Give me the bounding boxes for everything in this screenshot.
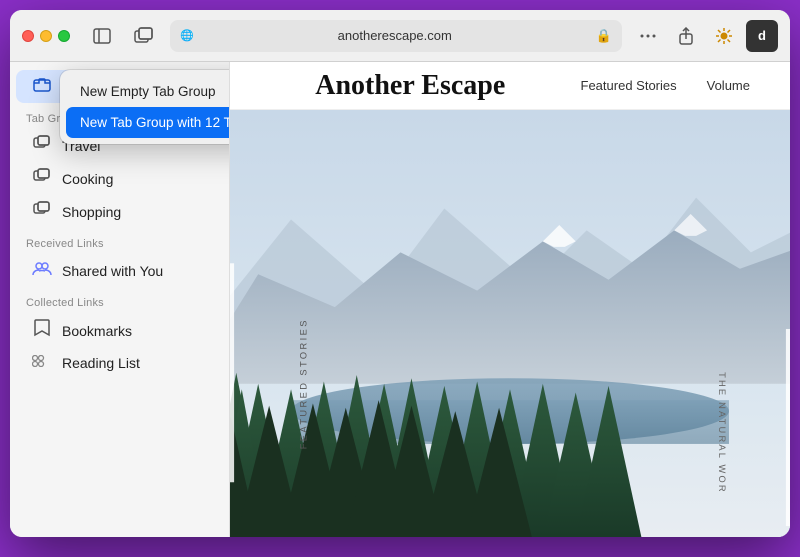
hero-section: FEATURED STORIES THE NATURAL WOR: [230, 110, 790, 537]
nav-item-volume[interactable]: Volume: [707, 78, 750, 93]
address-bar[interactable]: 🌐 anotherescape.com 🔒: [170, 20, 622, 52]
new-empty-tab-group-option[interactable]: New Empty Tab Group: [66, 76, 230, 107]
share-button[interactable]: [670, 20, 702, 52]
main-content: 12 Tabs Tab Groups Travel: [10, 62, 790, 537]
sidebar-toggle-button[interactable]: [86, 20, 118, 52]
sidebar-item-shopping[interactable]: Shopping: [16, 195, 223, 228]
sidebar-icon: [93, 28, 111, 44]
highlights-button[interactable]: [708, 20, 740, 52]
tab-group-dropdown: New Empty Tab Group New Tab Group with 1…: [60, 70, 230, 144]
sidebar-item-shared[interactable]: Shared with You: [16, 254, 223, 287]
bookmarks-label: Bookmarks: [62, 323, 132, 339]
ellipsis-icon: [640, 34, 656, 38]
web-nav: Another Escape Featured Stories Volume: [230, 62, 790, 110]
shopping-label: Shopping: [62, 204, 121, 220]
svg-text:THE NATURAL WOR: THE NATURAL WOR: [717, 372, 727, 494]
tabs-icon: [32, 76, 52, 97]
sidebar-item-bookmarks[interactable]: Bookmarks: [16, 313, 223, 348]
toolbar: 🌐 anotherescape.com 🔒: [10, 10, 790, 62]
nav-item-featured[interactable]: Featured Stories: [581, 78, 677, 93]
svg-text:FEATURED STORIES: FEATURED STORIES: [298, 318, 308, 449]
cooking-icon: [32, 168, 52, 189]
toolbar-right: d: [632, 20, 778, 52]
sidebar: 12 Tabs Tab Groups Travel: [10, 62, 230, 537]
traffic-lights: [22, 30, 70, 42]
reading-list-icon: [32, 354, 52, 372]
profile-button[interactable]: d: [746, 20, 778, 52]
sparkle-icon: [715, 27, 733, 45]
tab-group-button[interactable]: [128, 20, 160, 52]
new-tab-group-with-tabs-option[interactable]: New Tab Group with 12 Tabs: [66, 107, 230, 138]
bookmark-icon: [32, 319, 52, 342]
minimize-button[interactable]: [40, 30, 52, 42]
shopping-icon: [32, 201, 52, 222]
travel-icon: [32, 135, 52, 156]
reading-list-label: Reading List: [62, 355, 140, 371]
lock-icon: 🔒: [596, 28, 612, 44]
shared-icon: [32, 260, 52, 281]
received-links-section-label: Received Links: [10, 228, 229, 254]
tab-group-icon: [134, 27, 154, 45]
sidebar-item-reading-list[interactable]: Reading List: [16, 348, 223, 378]
cooking-label: Cooking: [62, 171, 113, 187]
collected-links-section-label: Collected Links: [10, 287, 229, 313]
shared-label: Shared with You: [62, 263, 163, 279]
more-button[interactable]: [632, 20, 664, 52]
url-display: anotherescape.com: [200, 28, 590, 43]
security-icon: 🌐: [180, 29, 194, 42]
web-content: Another Escape Featured Stories Volume: [230, 62, 790, 537]
close-button[interactable]: [22, 30, 34, 42]
share-icon: [678, 27, 694, 45]
maximize-button[interactable]: [58, 30, 70, 42]
site-title: Another Escape: [270, 70, 551, 102]
sidebar-item-cooking[interactable]: Cooking: [16, 162, 223, 195]
